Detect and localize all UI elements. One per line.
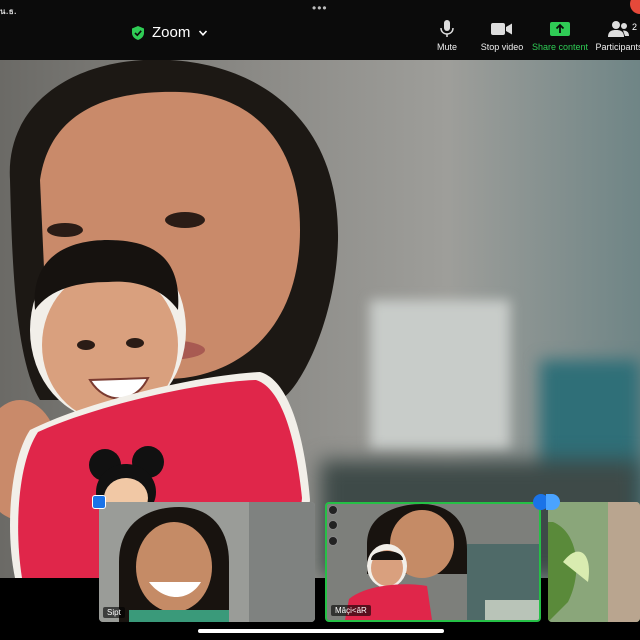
participant-thumbnail-3[interactable]	[548, 502, 640, 622]
participant-thumbnail-1[interactable]: Sipt	[99, 502, 315, 622]
home-indicator[interactable]	[198, 629, 444, 633]
meeting-toolbar: น.ธ. ••• Zoom Mute Stop video Share cont…	[0, 0, 640, 60]
thumbnail-control-1[interactable]	[328, 505, 338, 515]
shield-check-icon	[132, 25, 144, 40]
participant-video	[548, 502, 640, 622]
share-arrow-icon	[550, 22, 570, 36]
participants-count-badge: 2	[632, 22, 638, 32]
pin-video-button[interactable]	[92, 495, 106, 509]
participants-label: Participants	[595, 42, 640, 52]
participant-video	[327, 504, 539, 620]
participant-thumbnail-2[interactable]: Mâçi<âR	[325, 502, 541, 622]
participant-name-2: Mâçi<âR	[331, 605, 371, 616]
meeting-title-dropdown[interactable]: Zoom	[132, 24, 208, 41]
meeting-title: Zoom	[152, 24, 191, 41]
participants-icon	[608, 21, 629, 37]
video-camera-icon	[491, 23, 512, 35]
participant-name-1: Sipt	[103, 607, 125, 618]
recording-indicator-icon	[630, 0, 640, 14]
thumbnail-close-icon[interactable]	[328, 520, 338, 530]
microphone-icon	[440, 20, 454, 37]
thumbnail-control-3[interactable]	[328, 536, 338, 546]
participant-video	[99, 502, 315, 622]
status-time: น.ธ.	[0, 7, 17, 16]
more-dots-icon[interactable]: •••	[312, 2, 328, 14]
chevron-down-icon	[199, 29, 208, 36]
